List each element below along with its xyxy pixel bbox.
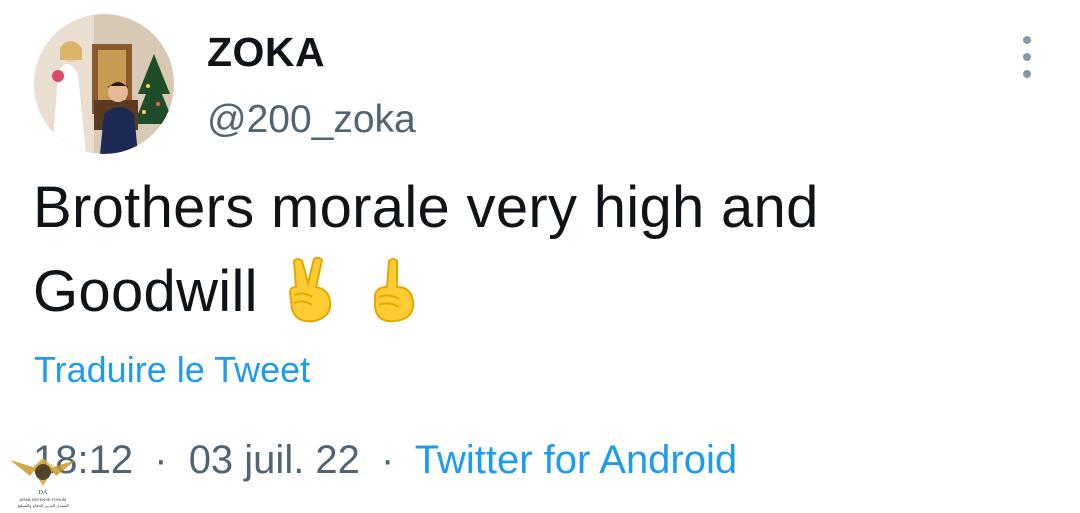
tweet-text-word: Goodwill [33,259,258,324]
svg-text:ARAB DEFENSE FORUM: ARAB DEFENSE FORUM [20,497,67,502]
svg-text:المنتدى العربي للدفاع والتسليح: المنتدى العربي للدفاع والتسليح [17,503,68,508]
tweet-text: Brothers morale very high and Goodwill [33,166,1043,346]
display-name[interactable]: ZOKA [207,28,325,76]
more-dot-icon [1023,70,1031,78]
tweet-source-link[interactable]: Twitter for Android [415,438,737,482]
separator-dot: · [154,438,168,482]
index-pointing-up-emoji-icon [365,257,423,346]
tweet-text-line-2: Goodwill [33,250,1043,346]
more-dot-icon [1023,36,1031,44]
separator-dot: · [381,438,395,482]
tweet-date[interactable]: 03 juil. 22 [189,438,360,482]
avatar[interactable] [34,14,174,154]
svg-text:DA: DA [39,490,48,496]
victory-hand-emoji-icon [282,256,340,346]
tweet-metadata: 18:12 · 03 juil. 22 · Twitter for Androi… [33,434,737,486]
more-dot-icon [1023,53,1031,61]
more-options-button[interactable] [1012,36,1042,78]
watermark-logo: DA ARAB DEFENSE FORUM المنتدى العربي للد… [4,450,82,508]
user-handle[interactable]: @200_zoka [207,97,416,143]
translate-tweet-link[interactable]: Traduire le Tweet [34,347,310,393]
tweet-text-line-1: Brothers morale very high and [33,175,819,240]
